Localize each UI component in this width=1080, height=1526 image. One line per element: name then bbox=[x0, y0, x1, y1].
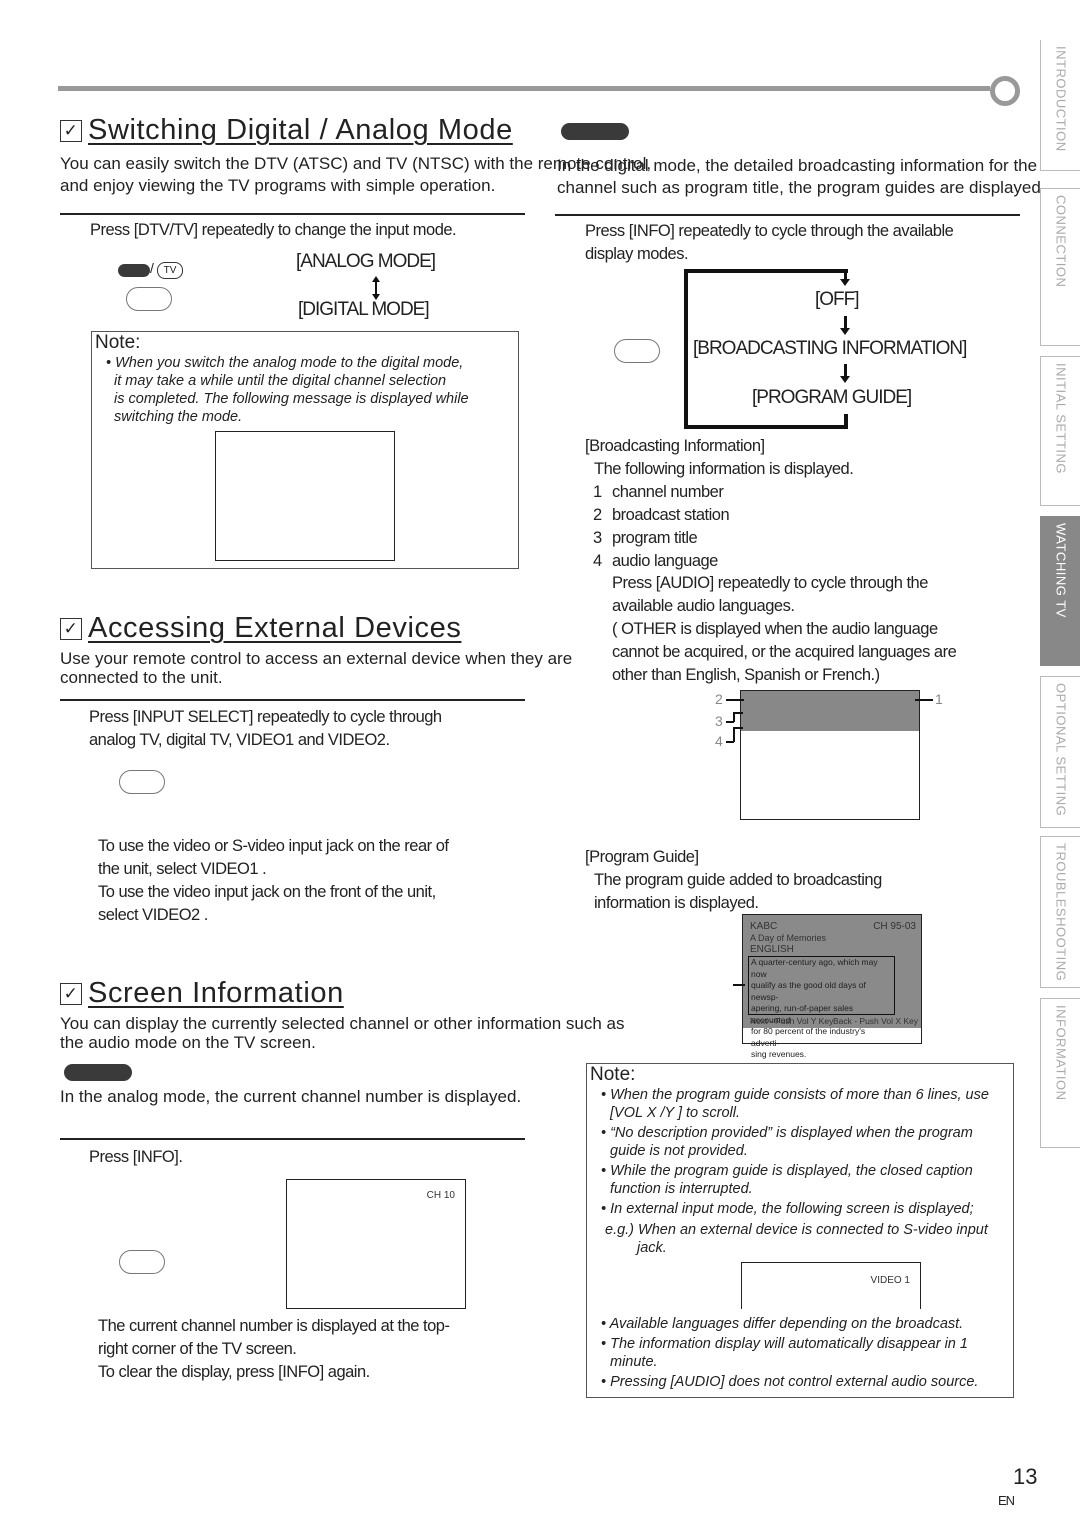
guide-language: ENGLISH bbox=[750, 944, 794, 955]
side-tab-optional-setting[interactable]: OPTIONAL SETTING bbox=[1040, 676, 1080, 828]
guide-channel: CH 95-03 bbox=[873, 921, 916, 932]
cycle-broadcasting-information: [BROADCASTING INFORMATION] bbox=[693, 338, 967, 359]
arrow-down-icon bbox=[840, 328, 850, 335]
guide-back-hint: Back - Push Vol X Key bbox=[832, 1016, 918, 1026]
note-box-screen-info: Note: • When the program guide consists … bbox=[586, 1063, 1014, 1398]
switching-step: Press [DTV/TV] repeatedly to change the … bbox=[90, 221, 457, 239]
divider bbox=[60, 699, 525, 701]
channel-number-display: CH 10 bbox=[426, 1190, 455, 1201]
header-circle-icon bbox=[990, 76, 1020, 106]
language-code: EN bbox=[998, 1493, 1015, 1508]
analog-mode-badge bbox=[64, 1064, 132, 1081]
note-item: • In external input mode, the following … bbox=[601, 1201, 988, 1256]
list-item: 4 audio language bbox=[593, 552, 718, 570]
digital-mode-badge bbox=[561, 123, 629, 140]
cycle-off: [OFF] bbox=[815, 289, 860, 310]
external-intro: Use your remote control to access an ext… bbox=[60, 649, 573, 687]
screen-info-intro: You can display the currently selected c… bbox=[60, 1014, 625, 1052]
guide-station: KABC bbox=[750, 921, 778, 932]
list-item: 1 channel number bbox=[593, 483, 724, 501]
broadcast-info-heading: [Broadcasting Information] bbox=[585, 437, 765, 455]
guide-next-hint: Next - Push Vol Y Key bbox=[750, 1016, 834, 1026]
audio-language-text: Press [AUDIO] repeatedly to cycle throug… bbox=[612, 574, 957, 684]
guide-program-title: A Day of Memories bbox=[750, 933, 827, 943]
tv-button-icon: TV bbox=[157, 262, 183, 279]
callout-2: 2 bbox=[715, 691, 723, 707]
note-box-switching: Note: • When you switch the analog mode … bbox=[91, 331, 519, 569]
divider bbox=[60, 1138, 525, 1140]
digital-intro: In the digital mode, the detailed broadc… bbox=[557, 156, 1046, 197]
note-item: • Available languages differ depending o… bbox=[601, 1316, 964, 1332]
external-tips: To use the video or S-video input jack o… bbox=[98, 837, 449, 924]
divider bbox=[555, 214, 1020, 216]
dtv-button-icon bbox=[118, 264, 150, 277]
checkbox-icon: ✓ bbox=[60, 983, 82, 1005]
cycle-line-left bbox=[684, 269, 688, 429]
section-title-external: ✓ Accessing External Devices bbox=[60, 612, 461, 645]
side-tab-connection[interactable]: CONNECTION bbox=[1040, 188, 1080, 346]
digital-mode-label: [DIGITAL MODE] bbox=[298, 299, 430, 320]
side-tab-information[interactable]: INFORMATION bbox=[1040, 998, 1080, 1148]
callout-4: 4 bbox=[715, 733, 723, 749]
external-step: Press [INPUT SELECT] repeatedly to cycle… bbox=[89, 708, 442, 749]
list-item: 3 program title bbox=[593, 529, 698, 547]
info-remote-button[interactable] bbox=[614, 339, 660, 363]
program-guide-desc: The program guide added to broadcasting … bbox=[594, 871, 882, 912]
info-remote-button[interactable] bbox=[119, 1250, 165, 1274]
program-guide-screen: KABC CH 95-03 A Day of Memories ENGLISH … bbox=[742, 914, 922, 1059]
broadcast-info-desc: The following information is displayed. bbox=[594, 460, 854, 478]
section-title-switching: ✓ Switching Digital / Analog Mode bbox=[60, 114, 513, 147]
callout-3: 3 bbox=[715, 713, 723, 729]
checkbox-icon: ✓ bbox=[60, 120, 82, 142]
external-input-screen: VIDEO 1 bbox=[741, 1262, 921, 1309]
note-item: • While the program guide is displayed, … bbox=[601, 1163, 973, 1197]
callout-1: 1 bbox=[935, 691, 943, 707]
tv-screen-placeholder bbox=[215, 431, 395, 561]
page-number: 13 bbox=[1013, 1464, 1038, 1489]
slash: / bbox=[150, 260, 154, 276]
program-guide-heading: [Program Guide] bbox=[585, 848, 699, 866]
guide-callout-line bbox=[733, 984, 745, 986]
note-item: • “No description provided” is displayed… bbox=[601, 1125, 973, 1159]
screen-info-result: The current channel number is displayed … bbox=[98, 1317, 450, 1381]
side-tab-introduction[interactable]: INTRODUCTION bbox=[1040, 40, 1080, 171]
cycle-line-bottom bbox=[684, 425, 848, 429]
note-item: • The information display will automatic… bbox=[601, 1336, 968, 1370]
channel-screen: CH 10 bbox=[286, 1179, 466, 1309]
divider bbox=[60, 213, 525, 215]
info-banner bbox=[741, 691, 919, 731]
side-tab-initial-setting[interactable]: INITIAL SETTING bbox=[1040, 356, 1080, 506]
analog-mode-label: [ANALOG MODE] bbox=[296, 251, 436, 272]
input-select-remote-button[interactable] bbox=[119, 770, 165, 794]
dtv-tv-remote-button[interactable] bbox=[126, 287, 172, 311]
arrow-down-icon bbox=[840, 279, 850, 286]
info-step: Press [INFO] repeatedly to cycle through… bbox=[585, 222, 954, 263]
broadcast-info-screen bbox=[740, 690, 920, 820]
header-rule bbox=[58, 86, 990, 91]
side-tab-troubleshooting[interactable]: TROUBLESHOOTING bbox=[1040, 836, 1080, 988]
video1-label: VIDEO 1 bbox=[870, 1275, 910, 1286]
cycle-program-guide: [PROGRAM GUIDE] bbox=[752, 387, 912, 408]
screen-info-step: Press [INFO]. bbox=[89, 1148, 183, 1166]
section-title-screen-info: ✓ Screen Information bbox=[60, 977, 344, 1010]
checkbox-icon: ✓ bbox=[60, 618, 82, 640]
note-item: • When the program guide consists of mor… bbox=[601, 1087, 989, 1121]
double-arrow-icon bbox=[369, 276, 383, 300]
analog-mode-text: In the analog mode, the current channel … bbox=[60, 1087, 522, 1106]
guide-description: A quarter-century ago, which may now qua… bbox=[748, 956, 895, 1059]
broadcast-info-list: 1 channel number 2 broadcast station 3 prog… bbox=[593, 481, 730, 573]
note-item: • Pressing [AUDIO] does not control exte… bbox=[601, 1374, 979, 1390]
arrow-down-icon bbox=[840, 376, 850, 383]
list-item: 2 broadcast station bbox=[593, 506, 730, 524]
side-tab-watching-tv[interactable]: WATCHING TV bbox=[1040, 516, 1080, 666]
cycle-line-top bbox=[684, 269, 848, 273]
